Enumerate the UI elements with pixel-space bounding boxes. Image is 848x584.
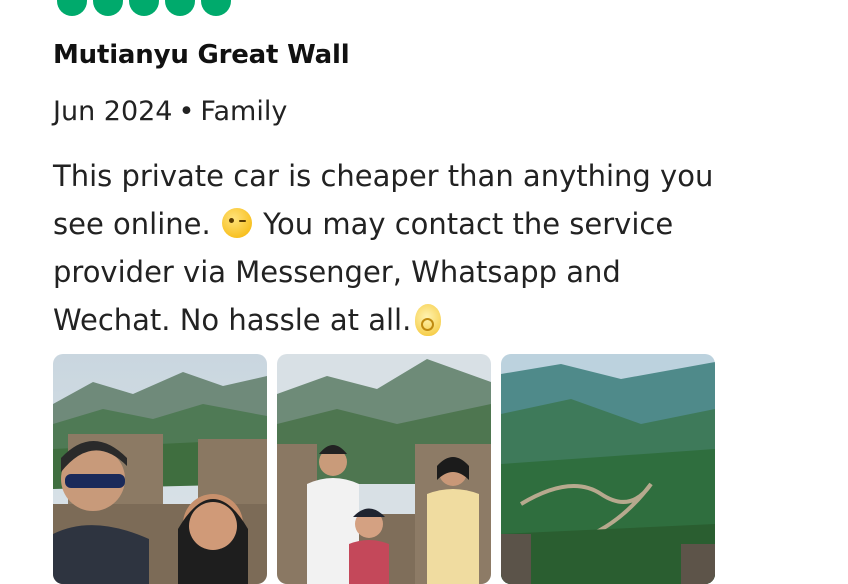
review-text-line: provider via Messenger, Whatsapp and — [53, 255, 621, 289]
rating-bubble-icon — [129, 0, 159, 16]
review-text-line: see online. — [53, 207, 211, 241]
photo-family-selfie-wall[interactable] — [53, 354, 267, 584]
photo-kids-on-wall[interactable] — [277, 354, 491, 584]
review-body: This private car is cheaper than anythin… — [53, 152, 813, 344]
review-photos — [53, 354, 715, 584]
rating-bubble-icon — [57, 0, 87, 16]
review-text-line: Wechat. No hassle at all. — [53, 303, 412, 337]
review-date: Jun 2024 — [53, 96, 173, 127]
review-text-line: You may contact the service — [263, 207, 674, 241]
photo-wall-landscape[interactable] — [501, 354, 715, 584]
review-title[interactable]: Mutianyu Great Wall — [53, 40, 350, 70]
review-meta: Jun 2024 • Family — [53, 96, 287, 127]
meta-separator: • — [178, 96, 195, 127]
rating-bubble-icon — [165, 0, 195, 16]
review-text-line: This private car is cheaper than anythin… — [53, 159, 714, 193]
rating-bubbles — [57, 0, 231, 16]
rating-bubble-icon — [93, 0, 123, 16]
trip-type: Family — [200, 96, 288, 127]
winking-face-icon — [221, 208, 252, 238]
rating-bubble-icon — [201, 0, 231, 16]
ok-hand-icon — [415, 304, 442, 336]
